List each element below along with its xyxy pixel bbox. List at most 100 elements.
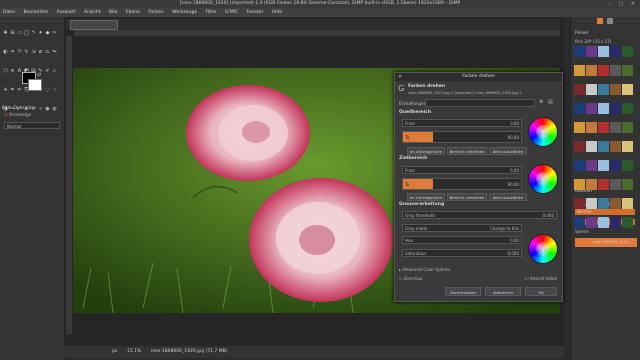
dialog-close-icon[interactable]: ✕ xyxy=(398,74,402,80)
horizontal-ruler[interactable] xyxy=(74,30,560,36)
brush-thumbnail[interactable] xyxy=(598,103,609,114)
brush-thumbnail[interactable] xyxy=(610,198,621,209)
fuzzy-select-icon[interactable]: ✦ xyxy=(37,30,44,36)
brush-thumbnail[interactable] xyxy=(610,46,621,57)
menu-select[interactable]: Auswahl xyxy=(57,8,76,17)
lasso-icon[interactable]: ϟ xyxy=(30,30,37,36)
presets-select[interactable] xyxy=(425,99,535,107)
smudge-icon[interactable]: ☝ xyxy=(51,87,58,93)
align-tool-icon[interactable]: ⊞ xyxy=(9,30,16,36)
gegl-icon[interactable]: ◉ xyxy=(44,106,51,112)
vertical-ruler[interactable] xyxy=(66,36,72,334)
brush-thumbnail[interactable] xyxy=(622,103,633,114)
reset-button[interactable]: Zurücksetzen xyxy=(445,287,481,296)
brush-thumbnail[interactable] xyxy=(574,179,585,190)
source-color-wheel[interactable] xyxy=(528,117,558,147)
gray-mode-select[interactable]: Gray mode Change to this xyxy=(402,224,522,232)
shear-icon[interactable]: ⧄ xyxy=(37,49,44,55)
brush-thumbnail[interactable] xyxy=(598,217,609,228)
target-to-slider[interactable]: To 90,00 xyxy=(402,178,522,190)
brush-thumbnail[interactable] xyxy=(622,84,633,95)
scale-icon[interactable]: ⇲ xyxy=(30,49,37,55)
gradient-icon[interactable] xyxy=(607,18,613,24)
target-select-all-button[interactable]: Alles auswählen xyxy=(489,193,527,201)
menu-view[interactable]: Ansicht xyxy=(84,8,101,17)
scissors-icon[interactable]: ✂ xyxy=(51,30,58,36)
brush-thumbnail[interactable] xyxy=(598,65,609,76)
menu-edit[interactable]: Bearbeiten xyxy=(23,8,48,17)
brush-thumbnail[interactable] xyxy=(586,65,597,76)
move-tool-icon[interactable]: ✥ xyxy=(2,30,9,36)
gray-threshold-slider[interactable]: Gray threshold 0,000 xyxy=(402,211,557,219)
brush-thumbnail[interactable] xyxy=(598,122,609,133)
brush-thumbnail[interactable] xyxy=(574,217,585,228)
perspective-icon[interactable]: ⏢ xyxy=(44,49,51,55)
menu-image[interactable]: Bild xyxy=(109,8,117,17)
menu-tools[interactable]: Werkzeuge xyxy=(172,8,197,17)
swap-colors-icon[interactable]: ⇄ xyxy=(37,72,41,78)
brush-thumbnail[interactable] xyxy=(586,122,597,133)
brush-thumbnail[interactable] xyxy=(622,141,633,152)
brush-thumbnail[interactable] xyxy=(574,198,585,209)
target-from-slider[interactable]: From 0,00 xyxy=(402,166,522,174)
rotate-icon[interactable]: ↻ xyxy=(23,49,30,55)
background-color-swatch[interactable] xyxy=(28,79,42,91)
menu-windows[interactable]: Fenster xyxy=(247,8,264,17)
cage-icon[interactable]: ⬡ xyxy=(2,68,9,74)
brush-thumbnail[interactable] xyxy=(610,84,621,95)
menu-filters[interactable]: Filter xyxy=(206,8,217,17)
flip-icon[interactable]: ⇋ xyxy=(51,49,58,55)
unit-select[interactable]: px xyxy=(112,349,118,354)
mypaint-brush-icon[interactable]: ✏ xyxy=(16,87,23,93)
menu-file[interactable]: Datei xyxy=(3,8,15,17)
source-to-slider[interactable]: To 90,00 xyxy=(402,131,522,143)
brush-thumbnail[interactable] xyxy=(574,160,585,171)
brush-thumbnail[interactable] xyxy=(598,198,609,209)
cancel-button[interactable]: Abbrechen xyxy=(485,287,521,296)
zoom-select[interactable]: 15.1% xyxy=(127,349,141,354)
seamless-clone-icon[interactable]: ◍ xyxy=(51,106,58,112)
ink-icon[interactable]: ✒ xyxy=(9,87,16,93)
brush-thumbnail[interactable] xyxy=(586,160,597,171)
brush-thumbnail[interactable] xyxy=(598,46,609,57)
target-clockwise-button[interactable]: Im Uhrzeigersinn xyxy=(407,193,445,201)
source-invert-button[interactable]: Bereich umkehren xyxy=(447,147,487,155)
menu-gmic[interactable]: G'MIC xyxy=(225,8,238,17)
brush-thumbnail[interactable] xyxy=(622,65,633,76)
brush-thumbnail[interactable] xyxy=(622,122,633,133)
tool-mode-select[interactable]: Normal xyxy=(4,122,60,129)
brush-thumbnail[interactable] xyxy=(598,160,609,171)
target-color-wheel[interactable] xyxy=(528,164,558,194)
brush-thumbnail[interactable] xyxy=(610,179,621,190)
split-view-checkbox[interactable]: ☐ Ansicht teilen xyxy=(525,276,557,281)
brush-thumbnail[interactable] xyxy=(574,103,585,114)
crop-icon[interactable]: ⌗ xyxy=(9,49,16,55)
color-select-icon[interactable]: ◆ xyxy=(44,30,51,36)
preview-checkbox[interactable]: ☑ Vorschau xyxy=(399,276,422,281)
brush-thumbnail[interactable] xyxy=(610,217,621,228)
source-clockwise-button[interactable]: Im Uhrzeigersinn xyxy=(407,147,445,155)
blur-icon[interactable]: ◌ xyxy=(44,87,51,93)
airbrush-icon[interactable]: ✈ xyxy=(2,87,9,93)
menu-layer[interactable]: Ebene xyxy=(126,8,140,17)
layer-row[interactable]: rose-1868600_1920... xyxy=(575,238,637,247)
brush-thumbnail[interactable] xyxy=(610,65,621,76)
brush-thumbnail[interactable] xyxy=(622,217,633,228)
brush-thumbnail[interactable] xyxy=(574,84,585,95)
unified-transform-icon[interactable]: ⤧ xyxy=(16,49,23,55)
brush-thumbnail[interactable] xyxy=(622,179,633,190)
ellipse-select-icon[interactable]: ◯ xyxy=(23,30,30,36)
warp-icon[interactable]: ≋ xyxy=(9,68,16,74)
advanced-options-expander[interactable]: ▸ Advanced Color Options xyxy=(399,267,450,272)
image-tab[interactable] xyxy=(70,20,118,30)
brush-thumbnail[interactable] xyxy=(610,122,621,133)
rect-select-icon[interactable]: ▭ xyxy=(16,30,23,36)
brush-thumbnail[interactable] xyxy=(622,46,633,57)
window-controls[interactable]: – ▢ ✕ xyxy=(608,1,638,7)
brush-thumbnail[interactable] xyxy=(622,198,633,209)
gray-saturation-slider[interactable]: Saturation 0,000 xyxy=(402,249,522,257)
paintbrush-icon[interactable]: ✐ xyxy=(44,68,51,74)
gray-color-wheel[interactable] xyxy=(528,234,558,264)
add-preset-icon[interactable]: ⊕ xyxy=(539,99,543,105)
target-invert-button[interactable]: Bereich umkehren xyxy=(447,193,487,201)
